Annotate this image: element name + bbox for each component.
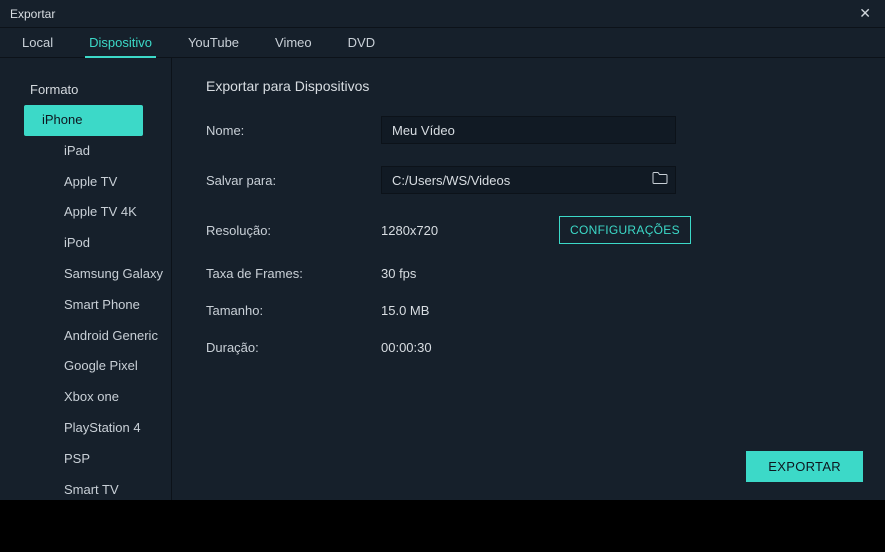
tabbar: Local Dispositivo YouTube Vimeo DVD	[0, 28, 885, 58]
sidebar-item-appletv[interactable]: Apple TV	[22, 167, 163, 198]
duration-value: 00:00:30	[381, 340, 432, 355]
save-label: Salvar para:	[206, 173, 381, 188]
tab-local[interactable]: Local	[18, 28, 57, 58]
sidebar-heading: Formato	[0, 76, 171, 105]
window-title: Exportar	[10, 7, 55, 21]
sidebar-item-pixel[interactable]: Google Pixel	[22, 351, 163, 382]
main-panel: Exportar para Dispositivos Nome: Salvar …	[172, 58, 885, 500]
sidebar-item-ps4[interactable]: PlayStation 4	[22, 413, 163, 444]
resolution-label: Resolução:	[206, 223, 381, 238]
save-path-wrap	[381, 166, 676, 194]
framerate-value: 30 fps	[381, 266, 416, 281]
section-title: Exportar para Dispositivos	[206, 78, 861, 94]
row-resolution: Resolução: 1280x720 CONFIGURAÇÕES	[206, 216, 861, 244]
content: Formato iPhone iPad Apple TV Apple TV 4K…	[0, 58, 885, 500]
sidebar-item-android[interactable]: Android Generic	[22, 321, 163, 352]
sidebar-item-ipod[interactable]: iPod	[22, 228, 163, 259]
tab-vimeo[interactable]: Vimeo	[271, 28, 316, 58]
name-label: Nome:	[206, 123, 381, 138]
sidebar-item-psp[interactable]: PSP	[22, 444, 163, 475]
size-label: Tamanho:	[206, 303, 381, 318]
resolution-value: 1280x720	[381, 223, 481, 238]
sidebar-item-xbox[interactable]: Xbox one	[22, 382, 163, 413]
sidebar-item-smartphone[interactable]: Smart Phone	[22, 290, 163, 321]
row-size: Tamanho: 15.0 MB	[206, 303, 861, 318]
name-input[interactable]	[381, 116, 676, 144]
close-icon[interactable]: ✕	[855, 5, 875, 22]
size-value: 15.0 MB	[381, 303, 429, 318]
framerate-label: Taxa de Frames:	[206, 266, 381, 281]
tab-youtube[interactable]: YouTube	[184, 28, 243, 58]
row-save: Salvar para:	[206, 166, 861, 194]
folder-icon[interactable]	[652, 171, 668, 189]
export-window: Exportar ✕ Local Dispositivo YouTube Vim…	[0, 0, 885, 500]
sidebar-item-appletv4k[interactable]: Apple TV 4K	[22, 197, 163, 228]
settings-button[interactable]: CONFIGURAÇÕES	[559, 216, 691, 244]
sidebar: Formato iPhone iPad Apple TV Apple TV 4K…	[0, 58, 172, 500]
sidebar-item-smarttv[interactable]: Smart TV	[22, 475, 163, 506]
save-path-input[interactable]	[381, 166, 676, 194]
titlebar: Exportar ✕	[0, 0, 885, 28]
row-name: Nome:	[206, 116, 861, 144]
row-duration: Duração: 00:00:30	[206, 340, 861, 355]
sidebar-item-iphone[interactable]: iPhone	[24, 105, 143, 136]
duration-label: Duração:	[206, 340, 381, 355]
sidebar-item-ipad[interactable]: iPad	[22, 136, 163, 167]
tab-device[interactable]: Dispositivo	[85, 28, 156, 58]
export-button[interactable]: EXPORTAR	[746, 451, 863, 482]
row-framerate: Taxa de Frames: 30 fps	[206, 266, 861, 281]
tab-dvd[interactable]: DVD	[344, 28, 379, 58]
sidebar-item-samsung[interactable]: Samsung Galaxy	[22, 259, 163, 290]
